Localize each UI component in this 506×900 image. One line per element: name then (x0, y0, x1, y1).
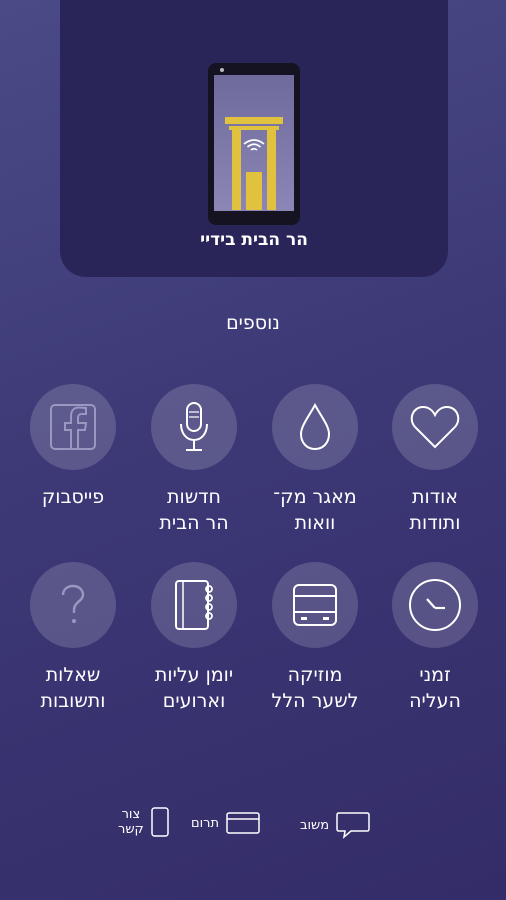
water-drop-icon (299, 402, 331, 451)
tile-ascent-times-label: זמני העליה (409, 664, 461, 712)
tile-events-diary-label: יומן עליות וארועים (154, 664, 234, 712)
tile-facebook[interactable]: פייסבוק (18, 384, 128, 510)
tile-about-label: אודות ותודות (409, 486, 461, 534)
app-logo-phone (208, 63, 300, 225)
section-title: נוספים (226, 312, 280, 334)
tile-mikvaot-label: מאגר מק־ וואות (273, 486, 357, 534)
tile-about[interactable]: אודות ותודות (380, 384, 490, 536)
speech-bubble-icon (336, 812, 370, 839)
tile-music[interactable]: מוזיקה לשער הלל (260, 562, 370, 714)
facebook-icon (50, 404, 96, 450)
wifi-icon (243, 139, 265, 151)
notebook-icon (175, 580, 213, 630)
clock-icon (409, 579, 461, 631)
tile-events-diary[interactable]: יומן עליות וארועים (139, 562, 249, 714)
tile-ascent-times[interactable]: זמני העליה (380, 562, 490, 714)
bus-icon (293, 584, 337, 626)
donate-label: תרום (191, 815, 220, 831)
donate-button[interactable]: תרום (191, 810, 261, 836)
tile-news[interactable]: חדשות הר הבית (139, 384, 249, 536)
header-card: הר הבית בידיי (60, 0, 448, 277)
tile-faq[interactable]: שאלות ותשובות (18, 562, 128, 714)
credit-card-icon (226, 812, 260, 834)
microphone-icon (180, 402, 208, 451)
phone-outline-icon (151, 807, 169, 837)
phone-screen (214, 75, 294, 211)
feedback-label: משוב (300, 817, 330, 833)
feedback-button[interactable]: משוב (300, 810, 371, 840)
heart-icon (410, 405, 460, 449)
tile-faq-label: שאלות ותשובות (40, 664, 106, 712)
contact-label: צור קשר (118, 807, 144, 837)
tile-mikvaot[interactable]: מאגר מק־ וואות (260, 384, 370, 536)
question-icon (61, 584, 85, 623)
tile-facebook-label: פייסבוק (41, 486, 105, 508)
tile-news-label: חדשות הר הבית (159, 486, 229, 534)
app-title: הר הבית בידיי (200, 230, 308, 250)
contact-button[interactable]: צור קשר (118, 806, 170, 838)
tile-music-label: מוזיקה לשער הלל (271, 664, 359, 712)
